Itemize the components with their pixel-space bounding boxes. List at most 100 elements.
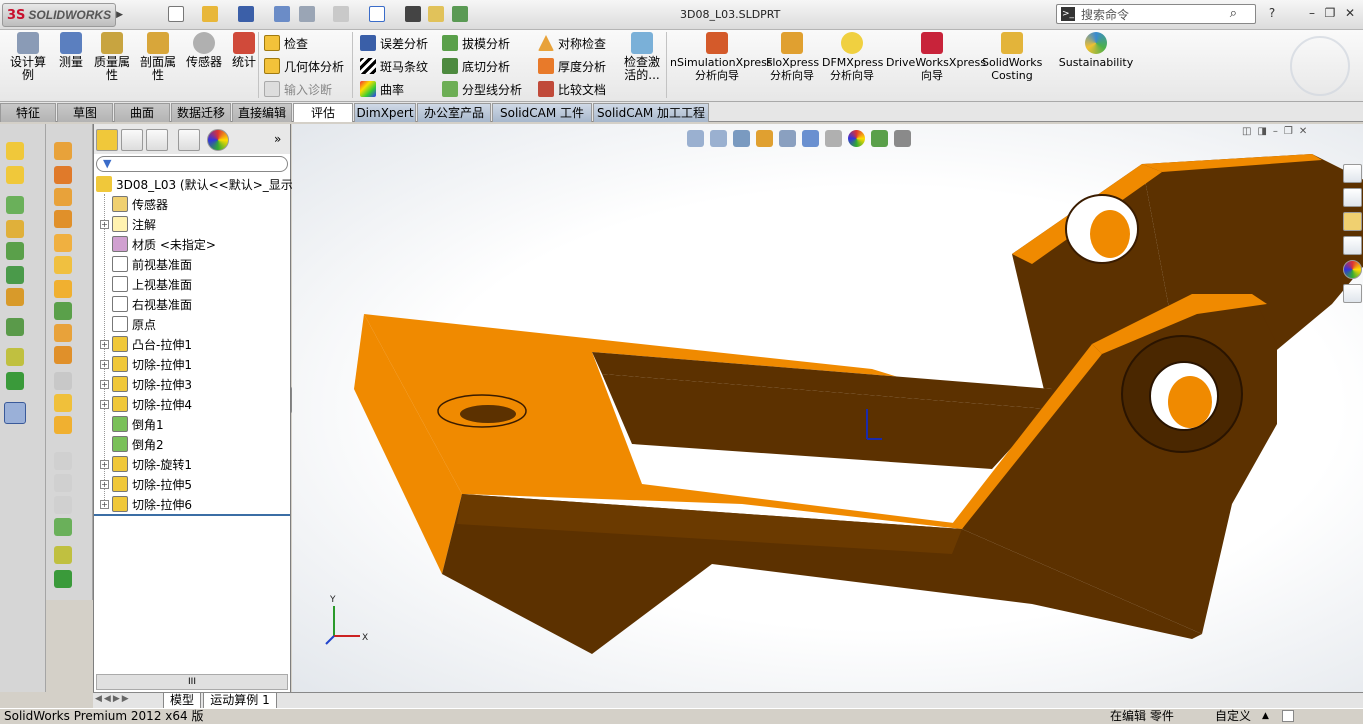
sweep-icon[interactable]: [54, 166, 72, 184]
draft-icon[interactable]: [54, 234, 72, 252]
options-icon[interactable]: [452, 6, 468, 22]
graphics-area[interactable]: ◫ ◨ – ❐ ✕ Y X: [292, 124, 1363, 692]
search-icon[interactable]: ⌕: [1230, 6, 1237, 21]
delete-face-icon[interactable]: [54, 372, 72, 390]
property-manager-tab-icon[interactable]: [121, 129, 143, 151]
restore-button[interactable]: ❐: [1321, 5, 1339, 21]
tab-features[interactable]: 特征: [0, 103, 56, 122]
tab-office-products[interactable]: 办公室产品: [417, 103, 491, 122]
dfmxpress-button[interactable]: DFMXpress分析向导: [822, 32, 883, 82]
reference-geometry-icon[interactable]: [6, 348, 24, 366]
simulationxpress-button[interactable]: nSimulationXpress分析向导: [670, 32, 773, 82]
units-dropdown-arrow-icon[interactable]: ▲: [1262, 709, 1269, 724]
loft-icon[interactable]: [54, 188, 72, 206]
zebra-stripes-button[interactable]: 斑马条纹: [360, 56, 428, 76]
expand-toggle-icon[interactable]: +: [100, 339, 109, 349]
indent-icon[interactable]: [54, 394, 72, 412]
sensor-button[interactable]: 传感器: [184, 32, 224, 69]
move-face-icon[interactable]: [54, 302, 72, 320]
shell-icon[interactable]: [6, 242, 24, 260]
statistics-button[interactable]: 统计: [230, 32, 258, 69]
floxpress-button[interactable]: FloXpress分析向导: [766, 32, 819, 82]
import-diagnostics-button[interactable]: 输入诊断: [264, 79, 332, 99]
geometry-analysis-button[interactable]: 几何体分析: [264, 56, 344, 76]
freeform-icon[interactable]: [54, 416, 72, 434]
expand-toggle-icon[interactable]: +: [100, 379, 109, 389]
tree-node[interactable]: 材质 <未指定>: [100, 234, 216, 254]
wrap-icon[interactable]: [6, 266, 24, 284]
design-study-button[interactable]: 设计算例: [8, 32, 48, 82]
dimxpert-manager-tab-icon[interactable]: [178, 129, 200, 151]
intersect-icon[interactable]: [54, 256, 72, 274]
tab-solidcam-stock[interactable]: SolidCAM 工件: [492, 103, 592, 122]
rib-icon[interactable]: [6, 220, 24, 238]
tree-node[interactable]: 前视基准面: [100, 254, 192, 274]
tab-dimxpert[interactable]: DimXpert: [354, 103, 416, 122]
expand-toggle-icon[interactable]: +: [100, 359, 109, 369]
tree-node[interactable]: 上视基准面: [100, 274, 192, 294]
symmetry-check-button[interactable]: 对称检查: [538, 33, 606, 53]
tree-filter-input[interactable]: ▼: [96, 156, 288, 172]
expand-toggle-icon[interactable]: +: [100, 479, 109, 489]
costing-button[interactable]: SolidWorks Costing: [982, 32, 1042, 82]
expand-toggle-icon[interactable]: +: [100, 459, 109, 469]
file-explorer-icon[interactable]: [1343, 212, 1362, 231]
parting-line-analysis-button[interactable]: 分型线分析: [442, 79, 522, 99]
mass-properties-button[interactable]: 质量属性: [92, 32, 132, 82]
tab-solidcam-machining[interactable]: SolidCAM 加工工程: [593, 103, 709, 122]
home-icon[interactable]: [1343, 164, 1362, 183]
measure-button[interactable]: 测量: [56, 32, 86, 69]
undercut-analysis-button[interactable]: 底切分析: [442, 56, 510, 76]
tree-node[interactable]: 传感器: [100, 194, 168, 214]
plane-tool-icon[interactable]: [54, 546, 72, 564]
deviation-analysis-button[interactable]: 误差分析: [360, 33, 428, 53]
compare-documents-button[interactable]: 比较文档: [538, 79, 606, 99]
custom-properties-icon[interactable]: [1343, 284, 1362, 303]
print-icon[interactable]: [274, 6, 290, 22]
section-properties-button[interactable]: 剖面属性: [138, 32, 178, 82]
fillet-icon[interactable]: [6, 196, 24, 214]
helix-icon[interactable]: [54, 570, 72, 588]
tree-node[interactable]: + 切除-旋转1: [100, 454, 192, 474]
draft-analysis-button[interactable]: 拔模分析: [442, 33, 510, 53]
tree-node[interactable]: 原点: [100, 314, 156, 334]
appearances-icon[interactable]: [1343, 260, 1362, 279]
configuration-manager-tab-icon[interactable]: [146, 129, 168, 151]
view-palette-icon[interactable]: [1343, 236, 1362, 255]
design-library-icon[interactable]: [1343, 188, 1362, 207]
search-commands-input[interactable]: >_ 搜索命令 ⌕: [1056, 4, 1256, 24]
tree-node[interactable]: + 切除-拉伸5: [100, 474, 192, 494]
tree-horizontal-scrollbar[interactable]: III: [96, 674, 288, 690]
rollback-bar[interactable]: [94, 514, 290, 516]
tree-node[interactable]: 右视基准面: [100, 294, 192, 314]
minimize-button[interactable]: –: [1303, 5, 1321, 21]
tree-node[interactable]: + 注解: [100, 214, 156, 234]
expand-toggle-icon[interactable]: +: [100, 219, 109, 229]
undo-icon[interactable]: [333, 6, 349, 22]
tab-data-migration[interactable]: 数据迁移: [171, 103, 231, 122]
driveworksxpress-button[interactable]: DriveWorksXpress向导: [886, 32, 986, 82]
curves-icon[interactable]: [6, 372, 24, 390]
tree-node[interactable]: 倒角2: [100, 434, 164, 454]
tree-root-part[interactable]: 3D08_L03 (默认<<默认>_显示状: [96, 174, 305, 194]
model-tab[interactable]: 模型: [163, 693, 201, 709]
expand-toggle-icon[interactable]: +: [100, 399, 109, 409]
expand-panel-icon[interactable]: »: [274, 132, 281, 146]
tab-direct-editing[interactable]: 直接编辑: [232, 103, 292, 122]
check-button[interactable]: 检查: [264, 33, 308, 53]
boss-extrude-icon[interactable]: [6, 142, 24, 160]
boundary-icon[interactable]: [54, 210, 72, 228]
solidworks-menu-button[interactable]: 3S SOLIDWORKS ▶: [2, 3, 123, 27]
circular-pattern-icon[interactable]: [54, 474, 72, 492]
mirror-icon[interactable]: [54, 452, 72, 470]
tree-node[interactable]: + 切除-拉伸1: [100, 354, 192, 374]
select-arrow-icon[interactable]: [369, 6, 385, 22]
curvature-button[interactable]: 曲率: [360, 79, 404, 99]
feature-tree-tab-icon[interactable]: [96, 129, 118, 151]
help-button[interactable]: ?: [1263, 5, 1281, 21]
hole-wizard-icon[interactable]: [54, 324, 72, 342]
flex-icon[interactable]: [54, 518, 72, 536]
tree-node[interactable]: + 凸台-拉伸1: [100, 334, 192, 354]
sustainability-button[interactable]: Sustainability: [1056, 32, 1136, 69]
dome-icon[interactable]: [6, 288, 24, 306]
